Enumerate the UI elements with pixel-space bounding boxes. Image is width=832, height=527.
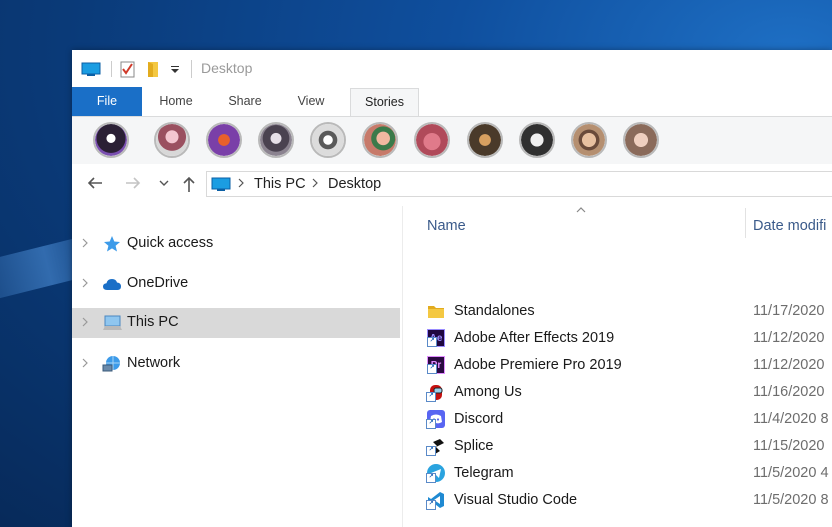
nav-item-label: Quick access [127, 235, 214, 251]
file-date: 11/4/2020 8 [753, 411, 829, 427]
tab-home[interactable]: Home [150, 87, 202, 116]
nav-item-label: Network [127, 355, 181, 371]
cloud-icon [102, 275, 122, 293]
file-row[interactable]: ↗ Visual Studio Code 11/5/2020 8 [421, 488, 832, 515]
expand-chevron-icon[interactable] [81, 356, 89, 373]
file-date: 11/5/2020 4 [753, 465, 829, 481]
nav-item-quick-access[interactable]: Quick access [72, 229, 400, 259]
up-arrow-icon[interactable] [182, 175, 196, 198]
properties-icon[interactable] [119, 59, 137, 79]
customize-toolbar-icon[interactable] [169, 59, 181, 79]
expand-chevron-icon[interactable] [81, 276, 89, 293]
vscode-icon: ↗ [426, 491, 445, 510]
column-header-date[interactable]: Date modifi [753, 218, 826, 234]
address-toolbar: This PC Desktop [72, 164, 832, 206]
file-row[interactable]: Ae↗ Adobe After Effects 2019 11/12/2020 [421, 326, 832, 353]
file-date: 11/12/2020 [753, 357, 825, 373]
back-arrow-icon[interactable] [86, 175, 104, 196]
file-row[interactable]: ↗ Telegram 11/5/2020 4 [421, 461, 832, 488]
navigation-pane: Quick access OneDrive This PC Network [72, 206, 402, 527]
nav-item-label: OneDrive [127, 275, 189, 291]
tab-file[interactable]: File [72, 87, 142, 116]
computer-icon [80, 59, 102, 79]
breadcrumb-chevron-icon[interactable] [311, 175, 319, 194]
story-avatar[interactable] [623, 122, 659, 158]
file-name: Adobe After Effects 2019 [454, 330, 615, 346]
file-date: 11/5/2020 8 [753, 492, 829, 508]
column-header-name[interactable]: Name [427, 218, 466, 234]
story-avatar[interactable] [414, 122, 450, 158]
title-divider [191, 60, 192, 78]
expand-chevron-icon[interactable] [81, 315, 89, 332]
story-avatar[interactable] [258, 122, 294, 158]
computer-icon [211, 177, 231, 198]
file-name: Discord [454, 411, 504, 427]
tab-share[interactable]: Share [220, 87, 270, 116]
story-avatar[interactable] [519, 122, 555, 158]
file-list-pane: Name Date modifi Standalones 11/17/2020 … [402, 206, 832, 527]
file-name: Visual Studio Code [454, 492, 578, 508]
column-divider[interactable] [745, 208, 746, 238]
story-avatar[interactable] [206, 122, 242, 158]
toolbar-divider [111, 59, 113, 79]
file-row[interactable]: Standalones 11/17/2020 [421, 299, 832, 326]
file-name: Among Us [454, 384, 522, 400]
sort-ascending-icon [575, 204, 587, 217]
tab-stories[interactable]: Stories [350, 88, 419, 117]
file-date: 11/17/2020 [753, 303, 825, 319]
file-row[interactable]: ↗ Splice 11/15/2020 [421, 434, 832, 461]
title-bar: Desktop [72, 50, 832, 87]
among-us-icon: ↗ [426, 383, 445, 402]
new-folder-icon[interactable] [144, 59, 162, 79]
file-row[interactable]: ↗ Among Us 11/16/2020 [421, 380, 832, 407]
story-avatar[interactable] [467, 122, 503, 158]
nav-item-onedrive[interactable]: OneDrive [72, 269, 400, 299]
breadcrumb-desktop[interactable]: Desktop [328, 176, 381, 192]
file-name: Telegram [454, 465, 514, 481]
address-bar[interactable]: This PC Desktop [206, 171, 832, 197]
breadcrumb-this-pc[interactable]: This PC [254, 176, 306, 192]
telegram-icon: ↗ [426, 464, 445, 483]
computer-icon [102, 314, 122, 332]
breadcrumb-chevron-icon[interactable] [237, 175, 245, 194]
file-name: Splice [454, 438, 494, 454]
star-icon [102, 235, 122, 253]
stories-bar [72, 116, 832, 165]
nav-item-label: This PC [127, 314, 179, 330]
file-name: Standalones [454, 303, 535, 319]
file-date: 11/16/2020 [753, 384, 825, 400]
nav-item-this-pc[interactable]: This PC [72, 308, 400, 338]
forward-arrow-icon[interactable] [124, 175, 142, 196]
story-avatar[interactable] [310, 122, 346, 158]
nav-item-network[interactable]: Network [72, 349, 400, 379]
file-explorer-window: Desktop File Home Share View Stories Thi… [72, 50, 832, 527]
file-row[interactable]: ↗ Discord 11/4/2020 8 [421, 407, 832, 434]
premiere-pro-icon: Pr↗ [427, 356, 445, 374]
story-avatar[interactable] [154, 122, 190, 158]
story-avatar[interactable] [93, 122, 129, 158]
file-name: Adobe Premiere Pro 2019 [454, 357, 622, 373]
story-avatar[interactable] [362, 122, 398, 158]
splice-icon: ↗ [426, 437, 445, 456]
ribbon-tabs: File Home Share View Stories [72, 87, 832, 117]
after-effects-icon: Ae↗ [427, 329, 445, 347]
network-icon [102, 355, 122, 373]
discord-icon: ↗ [426, 410, 445, 429]
file-row[interactable]: Pr↗ Adobe Premiere Pro 2019 11/12/2020 [421, 353, 832, 380]
expand-chevron-icon[interactable] [81, 236, 89, 253]
window-title: Desktop [201, 60, 253, 76]
recent-locations-chevron-icon[interactable] [158, 175, 170, 196]
file-date: 11/12/2020 [753, 330, 825, 346]
file-date: 11/15/2020 [753, 438, 825, 454]
story-avatar[interactable] [571, 122, 607, 158]
tab-view[interactable]: View [287, 87, 335, 116]
folder-icon [427, 302, 445, 320]
